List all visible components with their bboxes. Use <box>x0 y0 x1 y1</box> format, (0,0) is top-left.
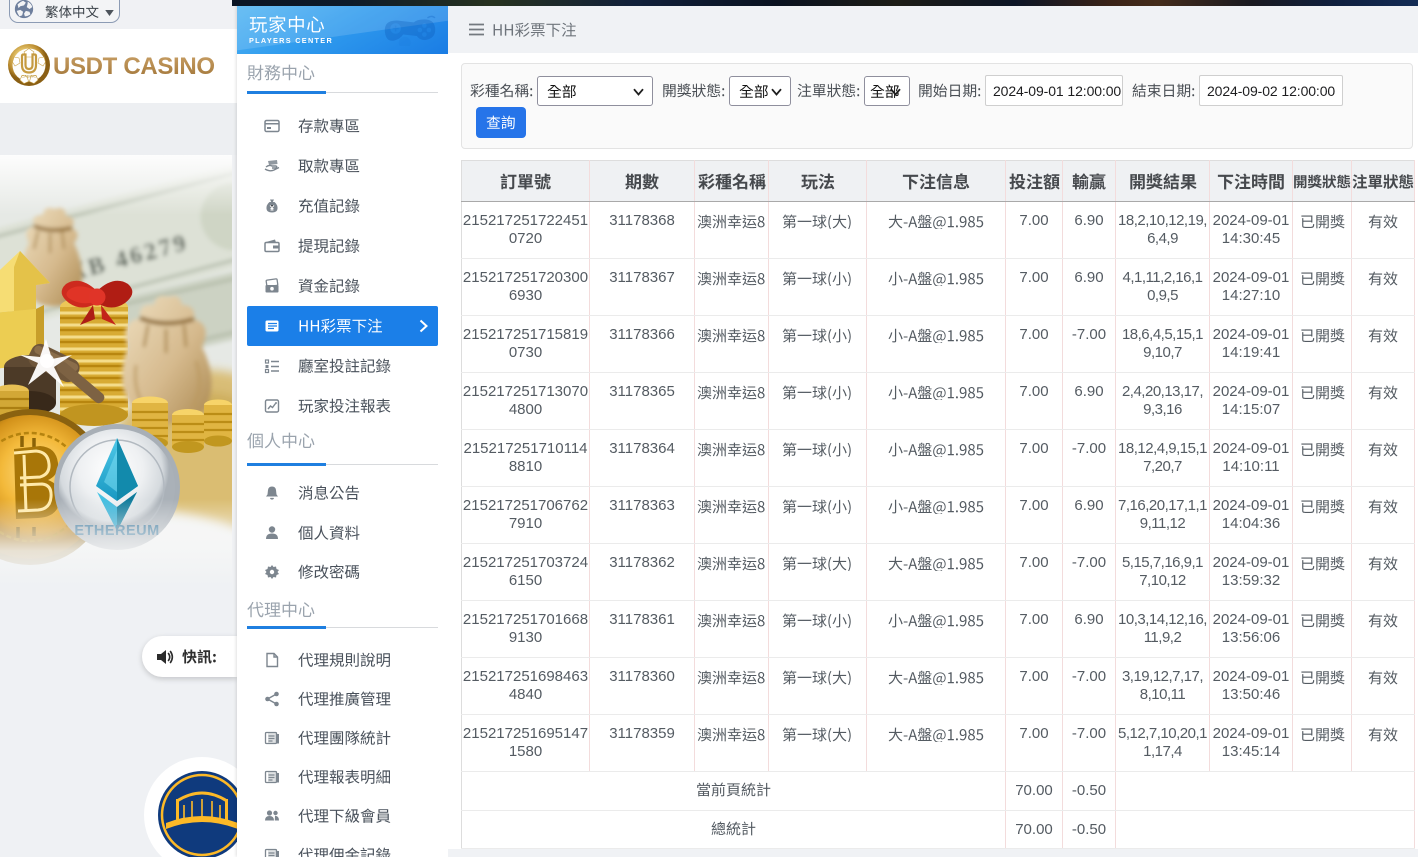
svg-text:USDT CASINO: USDT CASINO <box>53 54 215 79</box>
svg-text:CASINO: CASINO <box>21 74 36 79</box>
